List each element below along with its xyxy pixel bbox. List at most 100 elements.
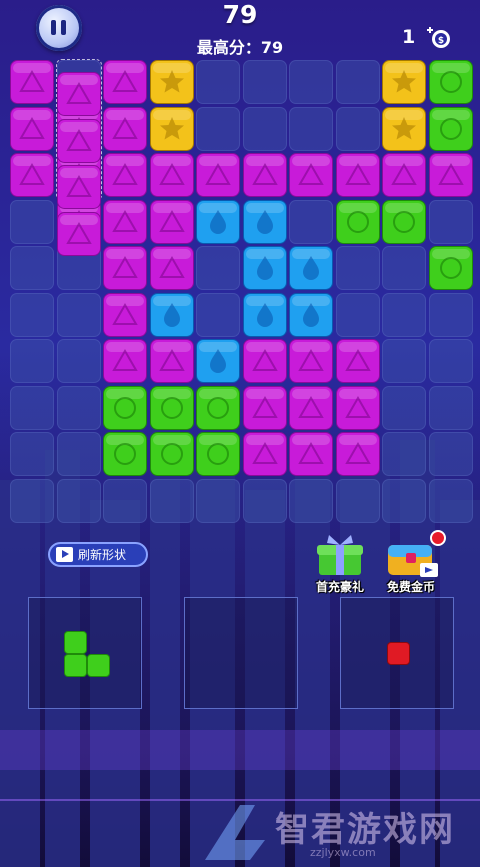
green-block[interactable]	[64, 654, 87, 677]
triangle-block[interactable]	[103, 246, 147, 290]
triangle-block[interactable]	[103, 339, 147, 383]
triangle-block[interactable]	[242, 432, 287, 476]
empty-cell[interactable]	[196, 246, 240, 290]
triangle-block[interactable]	[428, 153, 473, 197]
triangle-block[interactable]	[149, 199, 194, 244]
triangle-block[interactable]	[103, 106, 147, 151]
empty-cell[interactable]	[428, 385, 473, 430]
triangle-block[interactable]	[289, 339, 333, 383]
triangle-block[interactable]	[242, 153, 287, 197]
empty-cell[interactable]	[382, 339, 426, 383]
first-recharge-gift-button[interactable]: 首充豪礼	[305, 535, 375, 595]
empty-cell[interactable]	[242, 60, 287, 104]
drop-block[interactable]	[289, 246, 333, 290]
empty-cell[interactable]	[428, 478, 473, 523]
empty-cell[interactable]	[10, 432, 54, 476]
empty-cell[interactable]	[10, 292, 54, 337]
triangle-block[interactable]	[10, 153, 54, 197]
circle-block[interactable]	[382, 199, 426, 244]
drop-block[interactable]	[242, 246, 287, 290]
circle-block[interactable]	[335, 199, 380, 244]
empty-cell[interactable]	[10, 478, 54, 523]
empty-cell[interactable]	[103, 478, 147, 523]
green-block[interactable]	[64, 631, 87, 654]
empty-cell[interactable]	[196, 60, 240, 104]
empty-cell[interactable]	[10, 385, 54, 430]
star-block[interactable]	[382, 106, 426, 151]
triangle-block[interactable]	[103, 292, 147, 337]
empty-cell[interactable]	[335, 292, 380, 337]
empty-cell[interactable]	[382, 292, 426, 337]
triangle-block[interactable]	[103, 153, 147, 197]
empty-cell[interactable]	[56, 478, 101, 523]
empty-cell[interactable]	[196, 292, 240, 337]
empty-cell[interactable]	[289, 60, 333, 104]
empty-cell[interactable]	[335, 478, 380, 523]
star-block[interactable]	[382, 60, 426, 104]
dragging-triangle-block[interactable]	[56, 165, 101, 209]
circle-block[interactable]	[196, 432, 240, 476]
circle-block[interactable]	[428, 60, 473, 104]
add-coin-icon[interactable]: $	[426, 24, 452, 50]
triangle-block[interactable]	[196, 153, 240, 197]
triangle-block[interactable]	[242, 339, 287, 383]
red-block[interactable]	[387, 642, 410, 665]
star-block[interactable]	[149, 106, 194, 151]
empty-cell[interactable]	[428, 199, 473, 244]
circle-block[interactable]	[103, 432, 147, 476]
empty-cell[interactable]	[10, 246, 54, 290]
piece-tray-3[interactable]	[340, 597, 454, 709]
triangle-block[interactable]	[149, 153, 194, 197]
triangle-block[interactable]	[335, 153, 380, 197]
triangle-block[interactable]	[149, 339, 194, 383]
drop-block[interactable]	[289, 292, 333, 337]
empty-cell[interactable]	[428, 339, 473, 383]
triangle-block[interactable]	[10, 106, 54, 151]
empty-cell[interactable]	[56, 432, 101, 476]
empty-cell[interactable]	[10, 199, 54, 244]
drop-block[interactable]	[242, 199, 287, 244]
empty-cell[interactable]	[10, 339, 54, 383]
drop-block[interactable]	[196, 339, 240, 383]
triangle-block[interactable]	[149, 246, 194, 290]
triangle-block[interactable]	[382, 153, 426, 197]
circle-block[interactable]	[149, 432, 194, 476]
dragging-triangle-block[interactable]	[56, 211, 101, 256]
empty-cell[interactable]	[335, 60, 380, 104]
triangle-block[interactable]	[10, 60, 54, 104]
empty-cell[interactable]	[428, 292, 473, 337]
drop-block[interactable]	[196, 199, 240, 244]
empty-cell[interactable]	[196, 478, 240, 523]
empty-cell[interactable]	[196, 106, 240, 151]
triangle-block[interactable]	[289, 385, 333, 430]
triangle-block[interactable]	[335, 385, 380, 430]
triangle-block[interactable]	[289, 432, 333, 476]
star-block[interactable]	[149, 60, 194, 104]
triangle-block[interactable]	[103, 60, 147, 104]
empty-cell[interactable]	[335, 246, 380, 290]
triangle-block[interactable]	[335, 339, 380, 383]
empty-cell[interactable]	[289, 106, 333, 151]
dragging-triangle-block[interactable]	[56, 118, 101, 163]
circle-block[interactable]	[149, 385, 194, 430]
empty-cell[interactable]	[428, 432, 473, 476]
triangle-block[interactable]	[103, 199, 147, 244]
circle-block[interactable]	[428, 106, 473, 151]
piece-tray-1[interactable]	[28, 597, 142, 709]
empty-cell[interactable]	[289, 478, 333, 523]
empty-cell[interactable]	[382, 478, 426, 523]
empty-cell[interactable]	[242, 106, 287, 151]
empty-cell[interactable]	[289, 199, 333, 244]
dragging-triangle-block[interactable]	[56, 72, 101, 116]
drop-block[interactable]	[242, 292, 287, 337]
piece-tray-2[interactable]	[184, 597, 298, 709]
circle-block[interactable]	[196, 385, 240, 430]
triangle-block[interactable]	[242, 385, 287, 430]
green-block[interactable]	[87, 654, 110, 677]
empty-cell[interactable]	[382, 246, 426, 290]
circle-block[interactable]	[428, 246, 473, 290]
empty-cell[interactable]	[335, 106, 380, 151]
empty-cell[interactable]	[382, 385, 426, 430]
empty-cell[interactable]	[56, 292, 101, 337]
empty-cell[interactable]	[242, 478, 287, 523]
